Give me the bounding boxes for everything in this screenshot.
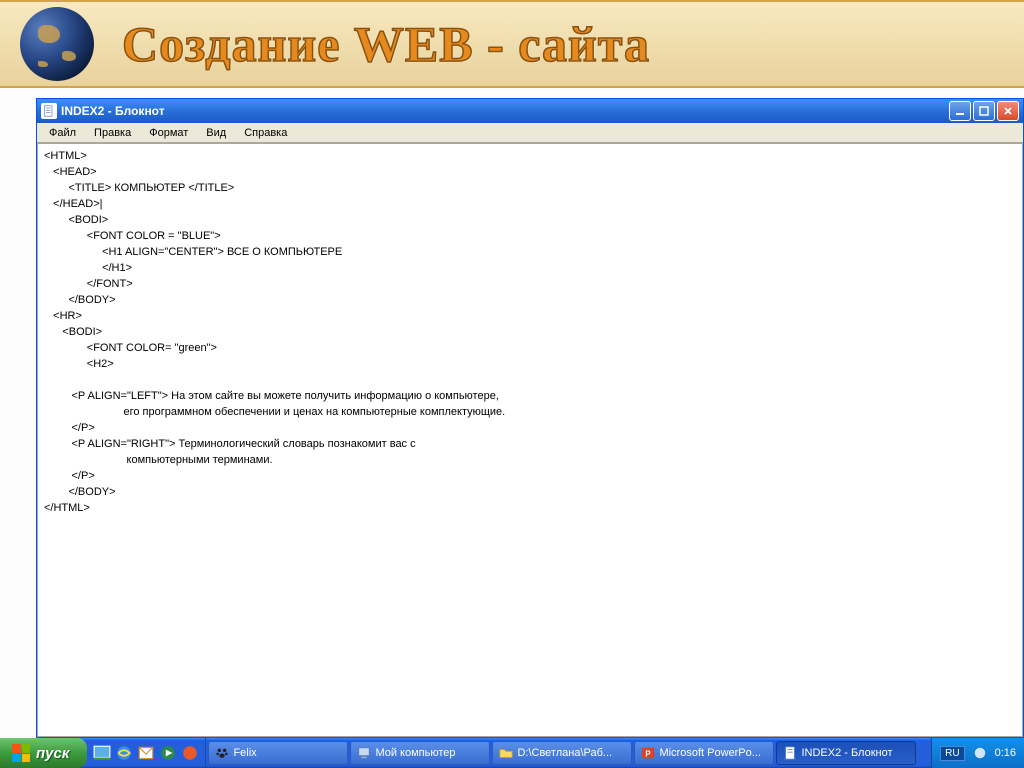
task-label: Felix — [233, 747, 256, 759]
menu-file[interactable]: Файл — [41, 125, 84, 141]
close-button[interactable] — [997, 101, 1019, 121]
tray-icon[interactable] — [973, 746, 987, 760]
titlebar[interactable]: INDEX2 - Блокнот — [37, 99, 1023, 123]
menu-bar: Файл Правка Формат Вид Справка — [37, 123, 1023, 143]
banner-title: Создание WEB - сайта — [122, 15, 650, 73]
media-player-icon[interactable] — [159, 744, 177, 762]
taskbar: пуск Felix Мой компьютер D:\Светлана\Раб… — [0, 738, 1024, 768]
window-controls — [949, 101, 1019, 121]
start-label: пуск — [36, 745, 69, 762]
task-label: Мой компьютер — [375, 747, 455, 759]
notepad-window: INDEX2 - Блокнот Файл Правка Формат Вид … — [36, 98, 1024, 738]
clock: 0:16 — [995, 747, 1016, 759]
windows-logo-icon — [12, 744, 30, 762]
editor-area[interactable]: <HTML> <HEAD> <TITLE> КОМПЬЮТЕР </TITLE>… — [37, 143, 1023, 737]
globe-icon — [20, 7, 94, 81]
ie-icon[interactable] — [115, 744, 133, 762]
show-desktop-icon[interactable] — [93, 744, 111, 762]
quick-launch — [87, 738, 206, 768]
menu-help[interactable]: Справка — [236, 125, 295, 141]
folder-icon — [499, 746, 513, 760]
notepad-icon — [41, 103, 57, 119]
paw-icon — [215, 746, 229, 760]
minimize-button[interactable] — [949, 101, 971, 121]
desktop-area: INDEX2 - Блокнот Файл Правка Формат Вид … — [0, 88, 1024, 768]
task-label: INDEX2 - Блокнот — [801, 747, 892, 759]
app-icon[interactable] — [181, 744, 199, 762]
task-item-notepad[interactable]: INDEX2 - Блокнот — [776, 741, 916, 765]
computer-icon — [357, 746, 371, 760]
notepad-icon — [783, 746, 797, 760]
menu-view[interactable]: Вид — [198, 125, 234, 141]
task-item-powerpoint[interactable]: P Microsoft PowerPo... — [634, 741, 774, 765]
task-item-felix[interactable]: Felix — [208, 741, 348, 765]
presentation-banner: Создание WEB - сайта — [0, 0, 1024, 88]
task-label: D:\Светлана\Раб... — [517, 747, 612, 759]
language-indicator[interactable]: RU — [940, 746, 964, 761]
task-label: Microsoft PowerPo... — [659, 747, 760, 759]
system-tray: RU 0:16 — [931, 738, 1024, 768]
powerpoint-icon: P — [641, 746, 655, 760]
task-item-my-computer[interactable]: Мой компьютер — [350, 741, 490, 765]
maximize-button[interactable] — [973, 101, 995, 121]
menu-format[interactable]: Формат — [141, 125, 196, 141]
task-item-explorer[interactable]: D:\Светлана\Раб... — [492, 741, 632, 765]
outlook-icon[interactable] — [137, 744, 155, 762]
svg-text:P: P — [646, 750, 651, 759]
window-title: INDEX2 - Блокнот — [61, 104, 949, 118]
start-button[interactable]: пуск — [0, 738, 87, 768]
menu-edit[interactable]: Правка — [86, 125, 139, 141]
task-items: Felix Мой компьютер D:\Светлана\Раб... P… — [206, 738, 931, 768]
